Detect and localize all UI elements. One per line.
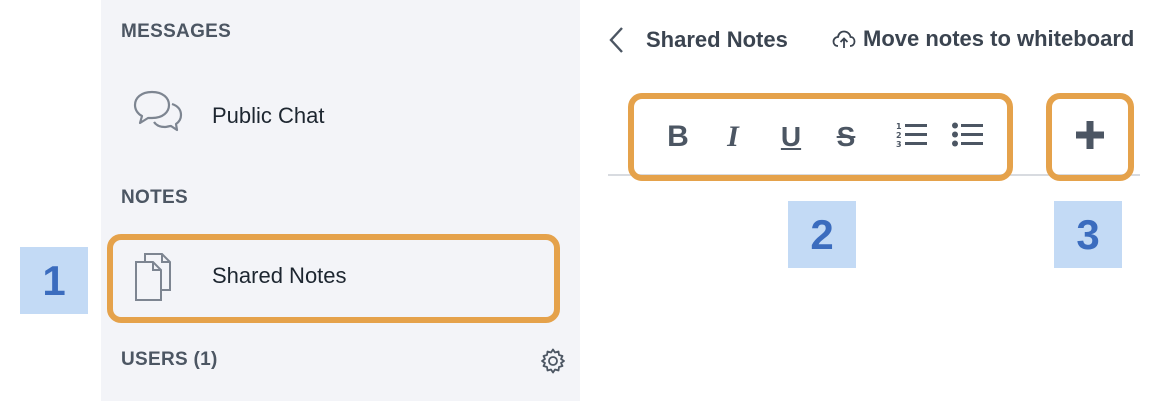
highlight-box-1: [107, 234, 560, 323]
public-chat-label: Public Chat: [212, 103, 325, 128]
step-badge-2: 2: [788, 201, 856, 268]
step-badge-1: 1: [20, 247, 88, 314]
notes-section-title: NOTES: [121, 187, 188, 208]
highlight-box-2: [628, 93, 1013, 181]
messages-section-title: MESSAGES: [121, 21, 232, 42]
gear-icon[interactable]: [539, 347, 567, 380]
move-notes-label: Move notes to whiteboard: [863, 26, 1135, 51]
step-badge-3: 3: [1054, 201, 1122, 268]
chevron-left-icon[interactable]: [606, 26, 626, 59]
public-chat-item[interactable]: Public Chat: [110, 80, 550, 150]
chat-bubbles-icon: [132, 88, 184, 143]
users-section-title: USERS (1): [121, 349, 218, 370]
cloud-upload-icon: [832, 29, 856, 56]
highlight-box-3: [1046, 93, 1134, 181]
panel-title: Shared Notes: [646, 27, 788, 52]
